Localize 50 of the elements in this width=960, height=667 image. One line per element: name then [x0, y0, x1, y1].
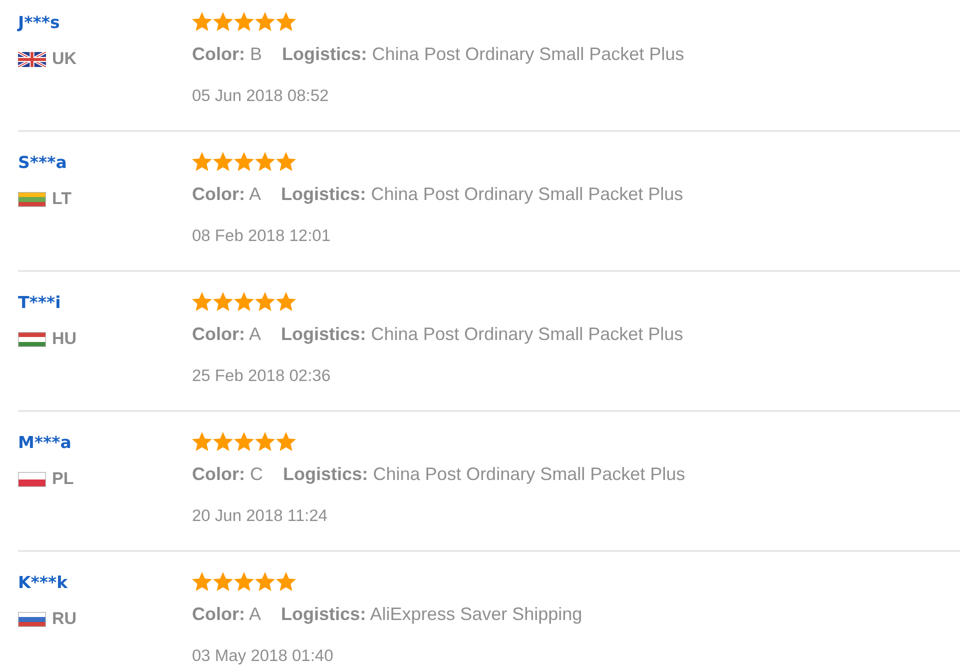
- star-icon: [234, 572, 254, 591]
- star-icon: [255, 572, 275, 591]
- star-icon: [192, 432, 212, 451]
- review-attribute: Color: B: [192, 43, 262, 66]
- star-icon: [255, 292, 275, 311]
- star-icon: [234, 12, 254, 31]
- review-attribute: Color: C: [192, 463, 263, 486]
- review-attribute: Logistics: China Post Ordinary Small Packet Plus: [282, 43, 684, 66]
- country-code: UK: [52, 48, 77, 70]
- country-code: PL: [52, 468, 74, 490]
- star-icon: [234, 432, 254, 451]
- star-icon: [192, 12, 212, 31]
- review-date: 08 Feb 2018 12:01: [192, 226, 331, 247]
- star-icon: [234, 152, 254, 171]
- review-date: 20 Jun 2018 11:24: [192, 506, 328, 527]
- star-icon: [213, 432, 233, 451]
- star-icon: [255, 432, 275, 451]
- star-icon: [276, 572, 296, 591]
- review-date: 25 Feb 2018 02:36: [192, 366, 331, 387]
- star-icon: [255, 12, 275, 31]
- star-icon: [276, 432, 296, 451]
- reviewer-name[interactable]: J***s: [18, 12, 60, 34]
- star-icon: [192, 572, 212, 591]
- star-icon: [192, 292, 212, 311]
- reviewer-name[interactable]: K***k: [18, 572, 68, 594]
- star-icon: [276, 12, 296, 31]
- reviewer-name[interactable]: T***i: [18, 292, 61, 314]
- star-icon: [276, 292, 296, 311]
- star-icon: [213, 152, 233, 171]
- star-icon: [255, 152, 275, 171]
- star-icon: [276, 152, 296, 171]
- review-attribute: Logistics: China Post Ordinary Small Packet Plus: [281, 323, 684, 346]
- reviewer-name[interactable]: S***a: [18, 152, 67, 174]
- review-attribute: Color: A: [192, 323, 262, 346]
- star-icon: [234, 292, 254, 311]
- country-code: HU: [52, 328, 77, 350]
- star-icon: [213, 12, 233, 31]
- review-date: 03 May 2018 01:40: [192, 646, 334, 667]
- star-icon: [213, 572, 233, 591]
- review-attribute: Logistics: China Post Ordinary Small Packet Plus: [283, 463, 686, 486]
- star-icon: [192, 152, 212, 171]
- review-attribute: Color: A: [192, 183, 262, 206]
- review-attribute: Logistics: AliExpress Saver Shipping: [281, 603, 582, 626]
- country-code: LT: [52, 188, 72, 210]
- review-date: 05 Jun 2018 08:52: [192, 86, 329, 107]
- review-attribute: Logistics: China Post Ordinary Small Packet Plus: [281, 183, 684, 206]
- reviewer-name[interactable]: M***a: [18, 432, 72, 454]
- country-code: RU: [52, 608, 77, 630]
- review-attribute: Color: A: [192, 603, 262, 626]
- star-icon: [213, 292, 233, 311]
